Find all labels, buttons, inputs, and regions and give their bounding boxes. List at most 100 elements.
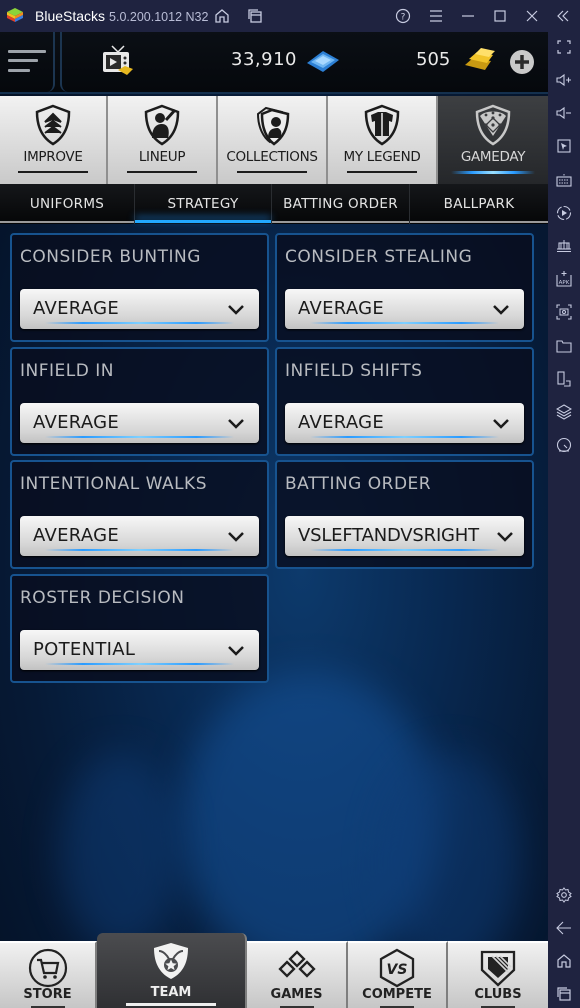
settings-icon[interactable] [554, 885, 574, 905]
home-icon[interactable] [554, 951, 574, 971]
performance-icon[interactable] [554, 435, 574, 455]
resize-icon[interactable] [554, 369, 574, 389]
back-icon[interactable] [554, 918, 574, 938]
volume-up-icon[interactable] [554, 70, 574, 90]
lineup-batter-icon [144, 104, 180, 146]
home-plate-icon [480, 950, 516, 987]
infield-in-dropdown[interactable]: AVERAGE [20, 403, 259, 443]
plus-icon [515, 55, 529, 69]
bluestacks-logo-icon [7, 8, 23, 22]
setting-title: INFIELD SHIFTS [285, 361, 423, 381]
record-icon[interactable] [554, 203, 574, 223]
nav-my-legend-label: MY LEGEND [343, 149, 421, 165]
nav-collections-label: COLLECTIONS [226, 149, 318, 165]
bottom-nav-clubs[interactable]: CLUBS [448, 941, 548, 1008]
screenshot-icon[interactable] [554, 302, 574, 322]
consider-stealing-dropdown[interactable]: AVERAGE [285, 289, 524, 329]
improve-shield-icon [35, 104, 71, 146]
intentional-walks-dropdown[interactable]: AVERAGE [20, 516, 259, 556]
nav-gameday[interactable]: GAMEDAY [438, 96, 548, 184]
nav-underline [237, 171, 307, 173]
collapse-sidebar-icon[interactable] [553, 6, 573, 26]
setting-title: INTENTIONAL WALKS [20, 474, 207, 494]
bottom-nav-store[interactable]: STORE [0, 941, 97, 1008]
help-icon[interactable]: ? [393, 6, 413, 26]
pointer-icon[interactable] [554, 136, 574, 156]
dropdown-value: VSLEFTANDVSRIGHT [298, 525, 479, 546]
collections-shields-icon [256, 106, 290, 146]
winged-star-shield-icon [154, 943, 188, 979]
currency-bar: 33,910 505 [0, 32, 548, 94]
svg-text:VS: VS [387, 962, 408, 978]
tab-uniforms[interactable]: UNIFORMS [0, 184, 135, 224]
nav-active-indicator [126, 1003, 216, 1006]
shopping-cart-icon [28, 948, 67, 988]
jersey-shield-icon [364, 104, 400, 146]
app-title: BlueStacks 5.0.200.1012 N32 [35, 8, 209, 24]
nav-underline [347, 171, 417, 173]
folder-icon[interactable] [554, 336, 574, 356]
nav-my-legend[interactable]: MY LEGEND [328, 96, 438, 184]
strategy-consider-bunting: CONSIDER BUNTING AVERAGE [10, 233, 269, 342]
menu-icon[interactable] [426, 6, 446, 26]
nav-collections[interactable]: COLLECTIONS [218, 96, 328, 184]
bottom-nav-compete-label: COMPETE [362, 987, 432, 1002]
dropdown-value: AVERAGE [33, 298, 120, 319]
tab-batting-order-label: BATTING ORDER [283, 196, 398, 212]
layers-icon[interactable] [554, 402, 574, 422]
infield-shifts-dropdown[interactable]: AVERAGE [285, 403, 524, 443]
bottom-nav-clubs-label: CLUBS [474, 987, 522, 1002]
install-apk-icon[interactable]: APK [554, 269, 574, 289]
nav-improve-label: IMPROVE [23, 149, 83, 165]
consider-bunting-dropdown[interactable]: AVERAGE [20, 289, 259, 329]
roster-decision-dropdown[interactable]: POTENTIAL [20, 630, 259, 670]
chevron-down-icon [497, 532, 513, 542]
svg-text:APK: APK [559, 280, 570, 286]
dropdown-glow [45, 663, 234, 665]
bottom-nav-store-label: STORE [23, 987, 72, 1002]
home-icon[interactable] [212, 6, 232, 26]
watch-video-tv-icon[interactable] [100, 44, 136, 80]
strategy-intentional-walks: INTENTIONAL WALKS AVERAGE [10, 460, 269, 569]
fullscreen-icon[interactable] [554, 37, 574, 57]
volume-down-icon[interactable] [554, 103, 574, 123]
chevron-down-icon [228, 532, 244, 542]
maximize-icon[interactable] [490, 6, 510, 26]
dropdown-value: AVERAGE [33, 525, 120, 546]
setting-title: ROSTER DECISION [20, 588, 185, 608]
tab-ballpark-label: BALLPARK [443, 196, 515, 212]
bottom-nav-team[interactable]: TEAM [97, 933, 247, 1008]
multi-instance-icon[interactable] [245, 6, 265, 26]
batting-order-dropdown[interactable]: VSLEFTANDVSRIGHT [285, 516, 524, 556]
dropdown-glow [45, 322, 234, 324]
dropdown-value: AVERAGE [298, 412, 385, 433]
add-gold-button[interactable] [510, 50, 534, 74]
nav-improve[interactable]: IMPROVE [0, 96, 108, 184]
diamonds-icon [277, 950, 316, 978]
dropdown-glow [45, 436, 234, 438]
macro-icon[interactable] [554, 236, 574, 256]
bottom-nav-games[interactable]: GAMES [247, 941, 348, 1008]
chevron-down-icon [228, 419, 244, 429]
minimize-icon[interactable] [458, 6, 478, 26]
keyboard-icon[interactable] [554, 170, 574, 190]
game-screen: 33,910 505 IMPROVE LINEUP COLLECTIONS MY… [0, 32, 548, 1008]
bottom-nav: STORE TEAM GAMES VS COMPETE CLUBS [0, 933, 548, 1008]
setting-title: CONSIDER BUNTING [20, 247, 201, 267]
tab-strategy[interactable]: STRATEGY [135, 184, 272, 224]
chevron-down-icon [228, 305, 244, 315]
close-icon[interactable] [522, 6, 542, 26]
baseball-field-icon [475, 104, 511, 146]
hamburger-menu-button[interactable] [0, 32, 55, 92]
bottom-nav-compete[interactable]: VS COMPETE [348, 941, 448, 1008]
tab-ballpark[interactable]: BALLPARK [410, 184, 548, 224]
chevron-down-icon [228, 646, 244, 656]
chevron-down-icon [493, 419, 509, 429]
strategy-infield-shifts: INFIELD SHIFTS AVERAGE [275, 347, 534, 456]
coins-stack-icon [307, 51, 339, 72]
tab-batting-order[interactable]: BATTING ORDER [272, 184, 410, 224]
chevron-down-icon [493, 305, 509, 315]
nav-lineup[interactable]: LINEUP [108, 96, 218, 184]
recents-icon[interactable] [554, 984, 574, 1004]
gold-bars-icon [465, 48, 495, 70]
